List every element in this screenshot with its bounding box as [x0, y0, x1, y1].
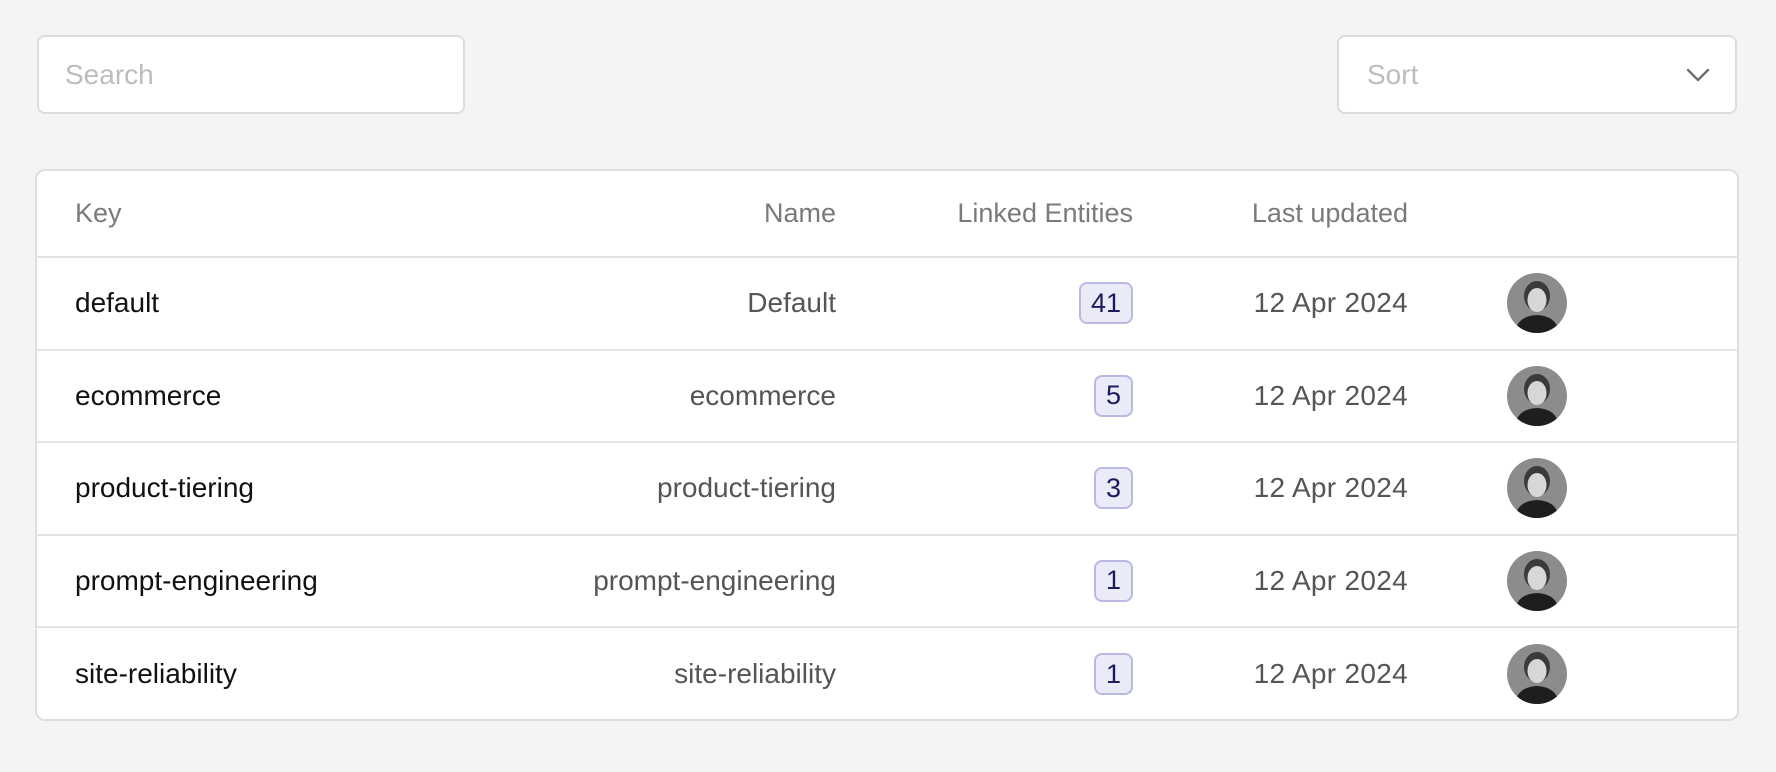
row-name: product-tiering	[657, 472, 836, 504]
row-key[interactable]: product-tiering	[75, 443, 254, 534]
avatar-cell	[1507, 443, 1567, 534]
row-last-updated: 12 Apr 2024	[1253, 472, 1408, 504]
row-last-updated: 12 Apr 2024	[1253, 379, 1408, 411]
linked-entities-badge: 1	[1093, 653, 1133, 696]
linked-entities-badge: 41	[1078, 282, 1133, 325]
table-row[interactable]: default Default 41 12 Apr 2024	[37, 258, 1737, 351]
linked-entities-cell: 3	[1093, 443, 1133, 534]
row-key[interactable]: default	[75, 258, 159, 349]
table-row[interactable]: product-tiering product-tiering 3 12 Apr…	[37, 443, 1737, 536]
row-last-updated: 12 Apr 2024	[1253, 658, 1408, 690]
search-input[interactable]	[65, 58, 437, 91]
row-name: ecommerce	[689, 379, 836, 411]
avatar	[1507, 458, 1567, 519]
row-name: Default	[747, 287, 836, 319]
linked-entities-badge: 3	[1093, 467, 1133, 510]
avatar	[1507, 644, 1567, 705]
segments-table: Key Name Linked Entities Last updated de…	[35, 169, 1739, 721]
row-last-updated: 12 Apr 2024	[1253, 287, 1408, 319]
row-name: prompt-engineering	[593, 564, 836, 596]
linked-entities-cell: 41	[1078, 258, 1133, 349]
row-last-updated: 12 Apr 2024	[1253, 564, 1408, 596]
sort-label: Sort	[1367, 58, 1419, 90]
column-header-linked-entities[interactable]: Linked Entities	[957, 171, 1133, 256]
row-name: site-reliability	[674, 658, 836, 690]
avatar	[1507, 550, 1567, 611]
linked-entities-badge: 1	[1093, 559, 1133, 602]
column-header-key[interactable]: Key	[75, 171, 122, 256]
chevron-down-icon	[1683, 60, 1713, 90]
row-key[interactable]: ecommerce	[75, 351, 221, 442]
column-header-name[interactable]: Name	[764, 171, 836, 256]
avatar-cell	[1507, 258, 1567, 349]
table-row[interactable]: ecommerce ecommerce 5 12 Apr 2024	[37, 351, 1737, 443]
column-header-last-updated[interactable]: Last updated	[1252, 171, 1408, 256]
avatar	[1507, 365, 1567, 426]
table-row[interactable]: site-reliability site-reliability 1 12 A…	[37, 628, 1737, 719]
linked-entities-cell: 1	[1093, 536, 1133, 627]
search-box[interactable]	[37, 35, 465, 114]
row-key[interactable]: site-reliability	[75, 628, 237, 719]
row-key[interactable]: prompt-engineering	[75, 536, 318, 627]
avatar-cell	[1507, 536, 1567, 627]
table-header: Key Name Linked Entities Last updated	[37, 171, 1737, 258]
sort-dropdown[interactable]: Sort	[1337, 35, 1737, 114]
avatar-cell	[1507, 351, 1567, 442]
avatar-cell	[1507, 628, 1567, 719]
table-row[interactable]: prompt-engineering prompt-engineering 1 …	[37, 536, 1737, 628]
linked-entities-badge: 5	[1093, 374, 1133, 417]
linked-entities-cell: 1	[1093, 628, 1133, 719]
avatar	[1507, 273, 1567, 334]
linked-entities-cell: 5	[1093, 351, 1133, 442]
